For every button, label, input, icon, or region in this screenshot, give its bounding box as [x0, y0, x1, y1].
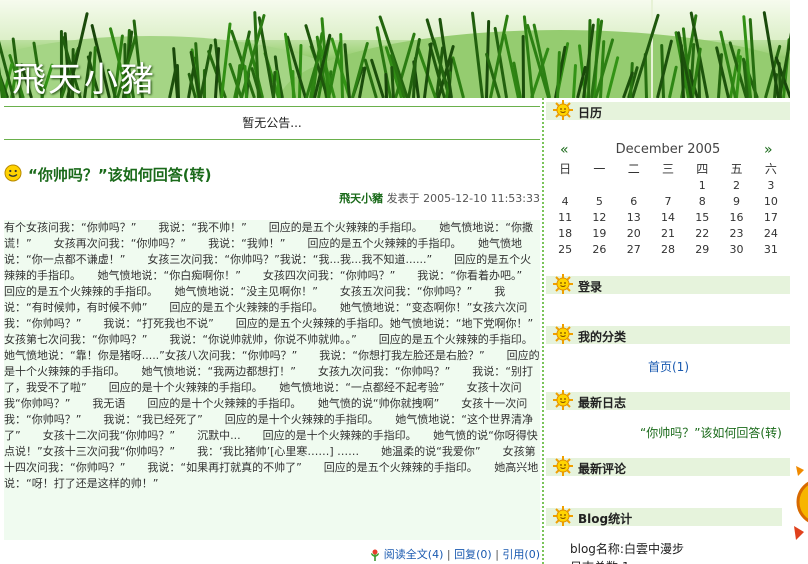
calendar-day: 10 — [763, 194, 778, 208]
post-footer: 阅读全文(4) | 回复(0) | 引用(0) — [368, 546, 540, 562]
sun-icon — [552, 273, 574, 298]
calendar-week: 18 19 20 21 22 23 24 — [548, 225, 788, 241]
calendar-day: 9 — [733, 194, 741, 208]
calendar-day: 22 — [695, 226, 710, 240]
reply-link[interactable]: 回复(0) — [454, 548, 492, 561]
latest-post-link[interactable]: “你帅吗？”该如何回答(转) — [640, 424, 782, 441]
stats-post-count: 日志总数:1 — [570, 558, 630, 564]
calendar-next-button[interactable]: » — [764, 142, 773, 158]
column-separator — [542, 98, 544, 564]
sun-icon — [552, 99, 574, 124]
calendar-day: 12 — [592, 210, 607, 224]
weekday: 二 — [627, 162, 640, 176]
calendar-week: 1 2 3 — [548, 177, 788, 193]
emblem-icon — [794, 466, 808, 540]
post-body: 有个女孩问我：“你帅吗？” 我说：“我不帅！” 回应的是五个火辣辣的手指印。 她… — [4, 220, 540, 540]
sidebar-head-calendar: 日历 — [546, 100, 790, 120]
calendar-day: 29 — [695, 242, 710, 256]
latest-comments-label: 最新评论 — [578, 462, 627, 476]
calendar-day: 14 — [660, 210, 675, 224]
calendar-day: 20 — [626, 226, 641, 240]
categories-label: 我的分类 — [578, 330, 627, 344]
sun-icon — [552, 323, 574, 348]
header-banner: 飛天小豬 — [0, 0, 790, 98]
footer-separator: | — [495, 548, 499, 561]
grass-blade — [521, 34, 526, 98]
post-author-link[interactable]: 飛天小豬 — [339, 192, 383, 205]
calendar-day — [651, 177, 685, 193]
footer-separator: | — [446, 548, 451, 561]
sun-icon — [552, 505, 574, 530]
weekday: 四 — [696, 162, 709, 176]
calendar-day: 3 — [767, 178, 775, 192]
banner-divider — [651, 0, 653, 98]
calendar-day: 2 — [733, 178, 741, 192]
calendar-day: 11 — [558, 210, 573, 224]
weekday: 一 — [593, 162, 606, 176]
calendar-day: 27 — [626, 242, 641, 256]
calendar-day: 31 — [763, 242, 778, 256]
weekday: 五 — [730, 162, 743, 176]
notice-text: 暂无公告... — [242, 116, 302, 130]
calendar-day: 17 — [763, 210, 778, 224]
flower-icon — [370, 549, 379, 561]
post-title-link[interactable]: “你帅吗？”该如何回答(转) — [28, 164, 211, 185]
calendar-day: 19 — [592, 226, 607, 240]
calendar-day: 16 — [729, 210, 744, 224]
sidebar-head-stats: Blog统计 — [546, 506, 782, 526]
login-label[interactable]: 登录 — [578, 278, 602, 295]
calendar-day: 5 — [595, 194, 603, 208]
calendar-week: 11 12 13 14 15 16 17 — [548, 209, 788, 225]
calendar-day: 23 — [729, 226, 744, 240]
sidebar-head-latest-posts: 最新日志 — [546, 390, 790, 410]
sidebar-head-latest-comments: 最新评论 — [546, 456, 790, 476]
sun-icon — [552, 455, 574, 480]
post-datetime: 2005-12-10 11:53:33 — [423, 192, 540, 205]
calendar-day — [548, 177, 582, 193]
calendar-day: 28 — [660, 242, 675, 256]
calendar-day: 1 — [698, 178, 706, 192]
calendar-grid: 日 一 二 三 四 五 六 123 4 5 6 7 8 9 10 11 12 13 14 15 16 1… — [548, 160, 788, 257]
sidebar-head-login[interactable]: 登录 — [546, 274, 790, 295]
calendar-day: 6 — [630, 194, 638, 208]
read-more-link[interactable]: 阅读全文(4) — [384, 548, 444, 561]
weekday: 六 — [764, 162, 777, 176]
calendar-week: 25 26 27 28 29 30 31 — [548, 241, 788, 257]
calendar-day: 13 — [626, 210, 641, 224]
quote-link[interactable]: 引用(0) — [502, 548, 540, 561]
calendar-day: 26 — [592, 242, 607, 256]
post-meta: 飛天小豬 发表于 2005-12-10 11:53:33 — [339, 190, 540, 206]
site-title[interactable]: 飛天小豬 — [12, 52, 156, 98]
calendar-day: 4 — [561, 194, 569, 208]
calendar-day: 18 — [558, 226, 573, 240]
calendar-day: 8 — [698, 194, 706, 208]
calendar-day: 7 — [664, 194, 672, 208]
smiley-icon — [4, 164, 22, 182]
main-content: “你帅吗？”该如何回答(转) 飛天小豬 发表于 2005-12-10 11:53… — [4, 150, 540, 561]
banner-sky — [0, 0, 790, 40]
calendar-day: 15 — [695, 210, 710, 224]
calendar-label: 日历 — [578, 106, 603, 120]
stats-blog-name: blog名称:白雲中漫步 — [570, 542, 684, 556]
calendar-weekday-row: 日 一 二 三 四 五 六 — [548, 160, 788, 177]
calendar-day — [617, 177, 651, 193]
latest-posts-label: 最新日志 — [578, 396, 627, 410]
sidebar-head-categories: 我的分类 — [546, 324, 790, 344]
grass-blade — [384, 72, 388, 98]
weekday: 日 — [559, 162, 572, 176]
posted-label: 发表于 — [386, 192, 420, 205]
calendar-day: 21 — [660, 226, 675, 240]
stats-label: Blog统计 — [578, 512, 633, 526]
calendar-week: 4 5 6 7 8 9 10 — [548, 193, 788, 209]
post-header: “你帅吗？”该如何回答(转) — [4, 150, 540, 190]
notice-bar: 暂无公告... — [4, 106, 540, 140]
calendar-month: December 2005 — [615, 142, 721, 157]
category-home-link[interactable]: 首页(1) — [648, 358, 689, 375]
weekday: 三 — [661, 162, 674, 176]
calendar-day: 24 — [763, 226, 778, 240]
calendar-day: 30 — [729, 242, 744, 256]
calendar-day: 25 — [558, 242, 573, 256]
calendar-day — [582, 177, 616, 193]
sun-icon — [552, 389, 574, 414]
